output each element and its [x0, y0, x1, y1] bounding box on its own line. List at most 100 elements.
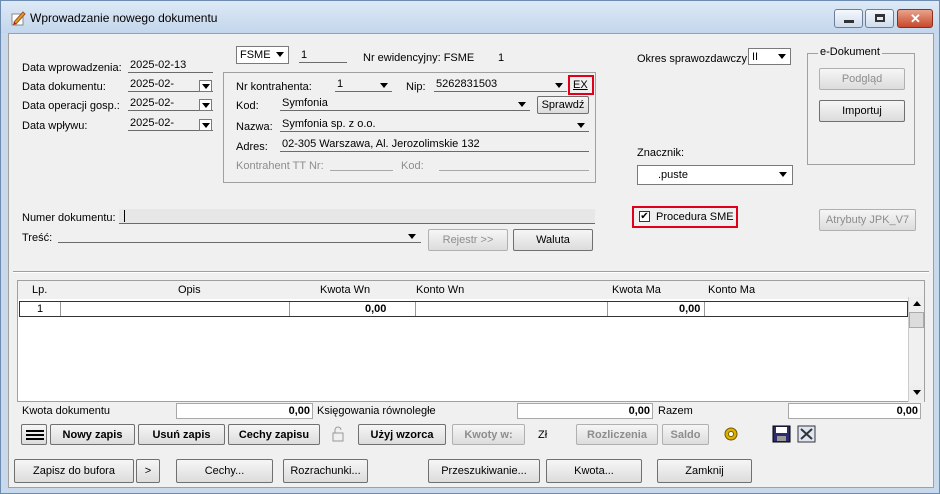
cell-kwota-ma: 0,00	[679, 303, 701, 315]
zapisz-do-bufora-button[interactable]: Zapisz do bufora	[14, 459, 134, 483]
kod2-label: Kod:	[401, 160, 424, 172]
doc-type-value: FSME	[240, 49, 271, 61]
scroll-down-button[interactable]	[909, 386, 924, 400]
nr-ewidencyjny-value: 1	[498, 52, 505, 64]
saldo-button[interactable]: Saldo	[662, 424, 709, 445]
cechy-button[interactable]: Cechy...	[176, 459, 273, 483]
table-row[interactable]: 1 0,00 0,00	[19, 301, 908, 317]
przeszukiwanie-button[interactable]: Przeszukiwanie...	[428, 459, 540, 483]
cancel-edit-icon[interactable]	[797, 425, 816, 443]
close-button[interactable]: ✕	[897, 9, 933, 28]
kwota-button[interactable]: Kwota...	[546, 459, 642, 483]
ex-button[interactable]: EX	[573, 79, 588, 91]
tresc-dropdown-icon[interactable]	[406, 231, 419, 243]
zamknij-button[interactable]: Zamknij	[657, 459, 752, 483]
okres-label: Okres sprawozdawczy:	[637, 53, 751, 65]
znacznik-select[interactable]: .puste	[637, 165, 793, 185]
nip-dropdown-icon[interactable]	[553, 80, 566, 92]
doc-type-select[interactable]: FSME	[236, 46, 289, 64]
cell-lp: 1	[37, 303, 44, 315]
adres-field[interactable]: 02-305 Warszawa, Al. Jerozolimskie 132	[280, 138, 589, 152]
pencil-document-icon	[11, 11, 26, 26]
chevron-down-icon	[777, 169, 790, 181]
kod2-field[interactable]	[439, 157, 589, 171]
nip-field[interactable]: 5262831503	[434, 78, 567, 92]
close-icon: ✕	[910, 11, 921, 26]
col-divider	[704, 302, 705, 316]
scroll-thumb[interactable]	[909, 312, 924, 328]
nazwa-dropdown-icon[interactable]	[575, 120, 588, 132]
arrow-down-icon	[913, 390, 921, 395]
okres-select[interactable]: II	[748, 48, 791, 65]
toggle-list-button[interactable]	[21, 424, 47, 445]
sprawdz-button[interactable]: Sprawdź	[537, 96, 589, 114]
rozliczenia-button[interactable]: Rozliczenia	[576, 424, 658, 445]
maximize-button[interactable]	[865, 9, 894, 28]
title-bar: Wprowadzanie nowego dokumentu ✕	[1, 1, 939, 33]
adres-label: Adres:	[236, 141, 268, 153]
maximize-icon	[875, 14, 885, 22]
gear-icon[interactable]	[721, 425, 741, 443]
nowy-zapis-button[interactable]: Nowy zapis	[50, 424, 135, 445]
kwoty-w-button[interactable]: Kwoty w:	[452, 424, 525, 445]
atrybuty-jpk-button[interactable]: Atrybuty JPK_V7	[819, 209, 916, 231]
procedura-checkbox[interactable]: ✔	[639, 211, 650, 222]
kontrahent-tt-field[interactable]	[330, 157, 393, 171]
kwota-dokumentu-value: 0,00	[176, 403, 313, 419]
data-wprowadzenia-value: 2025-02-13	[128, 59, 213, 73]
nazwa-label: Nazwa:	[236, 121, 273, 133]
main-window: Wprowadzanie nowego dokumentu ✕ Data wpr…	[0, 0, 940, 494]
col-konto-wn: Konto Wn	[416, 284, 465, 296]
text-cursor	[124, 210, 125, 222]
data-dokumentu-dropdown-icon[interactable]	[199, 80, 212, 92]
col-lp: Lp.	[32, 284, 48, 296]
numer-dokumentu-label: Numer dokumentu:	[22, 212, 116, 224]
save-icon[interactable]	[772, 425, 791, 443]
scroll-up-button[interactable]	[909, 297, 924, 311]
col-divider	[415, 302, 416, 316]
rozrachunki-button[interactable]: Rozrachunki...	[283, 459, 368, 483]
vertical-scrollbar[interactable]	[908, 297, 924, 402]
data-wplywu-dropdown-icon[interactable]	[199, 119, 212, 131]
window-title: Wprowadzanie nowego dokumentu	[30, 11, 218, 25]
rejestr-button[interactable]: Rejestr >>	[428, 229, 508, 251]
importuj-button[interactable]: Importuj	[819, 100, 905, 122]
cell-kwota-wn: 0,00	[365, 303, 387, 315]
minimize-button[interactable]	[834, 9, 863, 28]
znacznik-label: Znacznik:	[637, 147, 685, 159]
uzyj-wzorca-button[interactable]: Użyj wzorca	[358, 424, 446, 445]
razem-label: Razem	[658, 405, 693, 417]
waluta-button[interactable]: Waluta	[513, 229, 593, 251]
chevron-down-icon	[274, 49, 287, 61]
kod-dropdown-icon[interactable]	[516, 99, 529, 111]
col-kwota-ma: Kwota Ma	[612, 284, 661, 296]
procedura-label: Procedura SME	[656, 211, 734, 223]
nip-label: Nip:	[406, 81, 426, 93]
entries-table: Lp. Opis Kwota Wn Konto Wn Kwota Ma Kont…	[17, 280, 925, 402]
table-header: Lp. Opis Kwota Wn Konto Wn Kwota Ma Kont…	[18, 281, 924, 299]
label-data-dokumentu: Data dokumentu:	[22, 81, 106, 93]
usun-zapis-button[interactable]: Usuń zapis	[138, 424, 225, 445]
col-divider	[607, 302, 608, 316]
edokument-legend: e-Dokument	[818, 46, 882, 58]
kod-label: Kod:	[236, 100, 259, 112]
data-operacji-dropdown-icon[interactable]	[199, 99, 212, 111]
label-data-wprowadzenia: Data wprowadzenia:	[22, 62, 122, 74]
numer-dokumentu-field[interactable]	[119, 209, 595, 224]
more-options-button[interactable]: >	[136, 459, 160, 483]
nazwa-field[interactable]: Symfonia sp. z o.o.	[280, 118, 589, 132]
podglad-button[interactable]: Podgląd	[819, 68, 905, 90]
lock-icon[interactable]	[330, 425, 346, 443]
arrows-lines-icon	[26, 430, 44, 440]
okres-value: II	[752, 51, 759, 63]
nr-kontrahenta-dropdown-icon[interactable]	[378, 80, 391, 92]
col-kwota-wn: Kwota Wn	[320, 284, 371, 296]
cechy-zapisu-button[interactable]: Cechy zapisu	[228, 424, 320, 445]
chevron-down-icon	[776, 51, 789, 63]
label-data-operacji: Data operacji gosp.:	[22, 100, 120, 112]
arrow-up-icon	[913, 301, 921, 306]
tresc-field[interactable]	[58, 229, 421, 243]
doc-number-field[interactable]: 1	[299, 49, 347, 63]
col-divider	[60, 302, 61, 316]
kod-field[interactable]: Symfonia	[280, 97, 530, 111]
